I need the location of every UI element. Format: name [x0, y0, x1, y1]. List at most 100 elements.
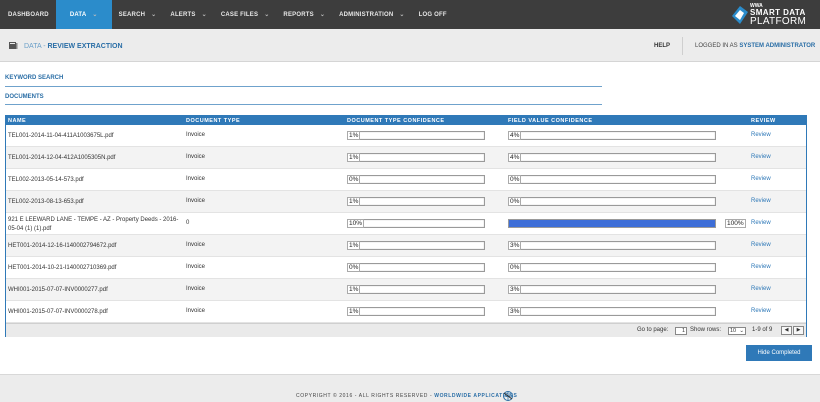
help-link[interactable]: HELP	[654, 43, 670, 49]
document-type: 0	[186, 220, 190, 226]
nav-item-label: ADMINISTRATION	[339, 11, 394, 18]
breadcrumb-parent[interactable]: DATA	[24, 43, 41, 50]
document-type: Invoice	[186, 154, 206, 160]
grid-pager: Go to page: 1 Show rows: 10 ⌄ 1-9 of 9 ◀…	[6, 323, 806, 337]
document-type: Invoice	[186, 176, 206, 182]
field-value-confidence-bar	[508, 175, 716, 184]
logged-in-status: LOGGED IN AS SYSTEM ADMINISTRATOR	[695, 43, 815, 49]
documents-section[interactable]: DOCUMENTS	[5, 94, 44, 100]
table-row: WHI001-2015-07-07-INV0000277.pdf Invoice 1…	[6, 279, 806, 301]
column-header-field-value-confidence[interactable]: FIELD VALUE CONFIDENCE	[508, 118, 593, 124]
document-type-confidence-bar	[347, 131, 485, 140]
table-row: TEL001-2014-12-04-412A1005305N.pdf Invoic…	[6, 147, 806, 169]
document-type: Invoice	[186, 198, 206, 204]
column-header-document-type[interactable]: DOCUMENT TYPE	[186, 118, 240, 124]
review-link[interactable]: Review	[751, 220, 771, 226]
chevron-down-icon: ⌄	[399, 12, 405, 18]
document-type: Invoice	[186, 286, 206, 292]
document-type-confidence-value: 1%	[347, 307, 361, 316]
document-name: TEL002-2013-08-13-653.pdf	[8, 199, 84, 205]
nav-item-administration[interactable]: ADMINISTRATION ⌄	[332, 0, 412, 29]
review-link[interactable]: Review	[751, 264, 771, 270]
nav-item-dashboard[interactable]: DASHBOARD	[0, 0, 56, 29]
nav-item-alerts[interactable]: ALERTS ⌄	[163, 0, 213, 29]
field-value-confidence-bar	[508, 131, 716, 140]
document-name: WHI001-2015-07-07-INV0000277.pdf	[8, 287, 108, 293]
chevron-down-icon: ⌄	[92, 12, 98, 18]
nav-item-label: LOG OFF	[418, 11, 447, 18]
show-rows-label: Show rows:	[690, 327, 722, 333]
document-type-confidence-value: 10%	[347, 219, 365, 228]
nav-item-label: CASE FILES	[220, 11, 259, 18]
nav-item-label: DATA	[69, 11, 87, 18]
documents-grid: NAME DOCUMENT TYPE DOCUMENT TYPE CONFIDE…	[5, 115, 807, 337]
rows-per-page-select[interactable]: 10 ⌄	[728, 327, 746, 335]
nav-item-search[interactable]: SEARCH ⌄	[112, 0, 164, 29]
nav-item-data[interactable]: DATA ⌄	[55, 0, 112, 29]
review-link[interactable]: Review	[751, 176, 771, 182]
chevron-down-icon: ⌄	[151, 12, 157, 18]
column-header-name[interactable]: NAME	[8, 118, 26, 124]
field-value-confidence-value: 3%	[508, 307, 522, 316]
review-link[interactable]: Review	[751, 132, 771, 138]
table-row: HET001-2014-10-21-I140002710369.pdf Invoi…	[6, 257, 806, 279]
field-value-confidence-bar	[508, 219, 716, 228]
field-value-confidence-bar	[508, 241, 716, 250]
column-header-review[interactable]: REVIEW	[751, 118, 776, 124]
review-link[interactable]: Review	[751, 198, 771, 204]
field-value-confidence-value: 0%	[508, 175, 522, 184]
field-value-confidence-value: 4%	[508, 131, 522, 140]
table-row: TEL002-2013-05-14-573.pdf Invoice 0% 0% Revi…	[6, 169, 806, 191]
document-name: TEL001-2014-11-04-411A1003675L.pdf	[8, 133, 114, 139]
field-value-confidence-bar	[508, 307, 716, 316]
document-name: 921 E LEEWARD LANE - TEMPE - AZ - Proper…	[8, 217, 179, 232]
document-type-confidence-value: 1%	[347, 241, 361, 250]
chevron-down-icon: ⌄	[264, 12, 270, 18]
nav-item-label: ALERTS	[170, 11, 196, 18]
document-name: HET001-2014-10-21-I140002710369.pdf	[8, 265, 117, 271]
document-name: WHI001-2015-07-07-INV0000278.pdf	[8, 309, 108, 315]
field-value-confidence-bar	[508, 263, 716, 272]
previous-page-button[interactable]: ◀	[781, 326, 792, 335]
review-link[interactable]: Review	[751, 154, 771, 160]
field-value-confidence-value: 100%	[725, 219, 746, 228]
review-link[interactable]: Review	[751, 308, 771, 314]
logo-mark-icon	[732, 6, 748, 24]
user-name[interactable]: SYSTEM ADMINISTRATOR	[739, 43, 815, 49]
document-type-confidence-bar	[347, 175, 485, 184]
field-value-confidence-value: 3%	[508, 285, 522, 294]
progress-fill	[509, 220, 715, 227]
nav-item-reports[interactable]: REPORTS ⌄	[276, 0, 332, 29]
page-title: REVIEW EXTRACTION	[47, 43, 123, 50]
goto-page-label: Go to page:	[637, 327, 669, 333]
chevron-down-icon: ⌄	[319, 12, 326, 18]
document-type-confidence-value: 0%	[347, 175, 361, 184]
document-type-confidence-value: 0%	[347, 263, 361, 272]
keyword-search-section[interactable]: KEYWORD SEARCH	[5, 75, 63, 81]
column-header-document-type-confidence[interactable]: DOCUMENT TYPE CONFIDENCE	[347, 118, 445, 124]
document-type: Invoice	[186, 308, 206, 314]
nav-item-label: REPORTS	[283, 11, 314, 18]
document-name: TEL001-2014-12-04-412A1005305N.pdf	[8, 155, 116, 161]
nav-item-log-off[interactable]: LOG OFF	[412, 0, 454, 29]
breadcrumb-bar: DATA - REVIEW EXTRACTION HELP LOGGED IN …	[0, 29, 820, 62]
review-link[interactable]: Review	[751, 242, 771, 248]
document-type: Invoice	[186, 242, 206, 248]
header-divider	[682, 37, 683, 55]
document-type-confidence-value: 1%	[347, 153, 361, 162]
nav-item-label: DASHBOARD	[8, 11, 49, 18]
page-number-input[interactable]: 1	[675, 327, 687, 335]
review-link[interactable]: Review	[751, 286, 771, 292]
book-icon	[9, 42, 18, 49]
next-page-button[interactable]: ▶	[793, 326, 804, 335]
copyright-label: COPYRIGHT © 2016 - ALL RIGHTS RESERVED -	[296, 393, 433, 399]
field-value-confidence-bar	[508, 285, 716, 294]
hide-completed-button[interactable]: Hide Completed	[746, 345, 812, 361]
field-value-confidence-value: 3%	[508, 241, 522, 250]
nav-item-label: SEARCH	[118, 11, 146, 18]
document-name: TEL002-2013-05-14-573.pdf	[8, 177, 84, 183]
chevron-left-icon: ◀	[784, 327, 789, 333]
document-type-confidence-bar	[347, 197, 485, 206]
document-type-confidence-bar	[347, 219, 485, 228]
nav-item-case-files[interactable]: CASE FILES ⌄	[214, 0, 277, 29]
